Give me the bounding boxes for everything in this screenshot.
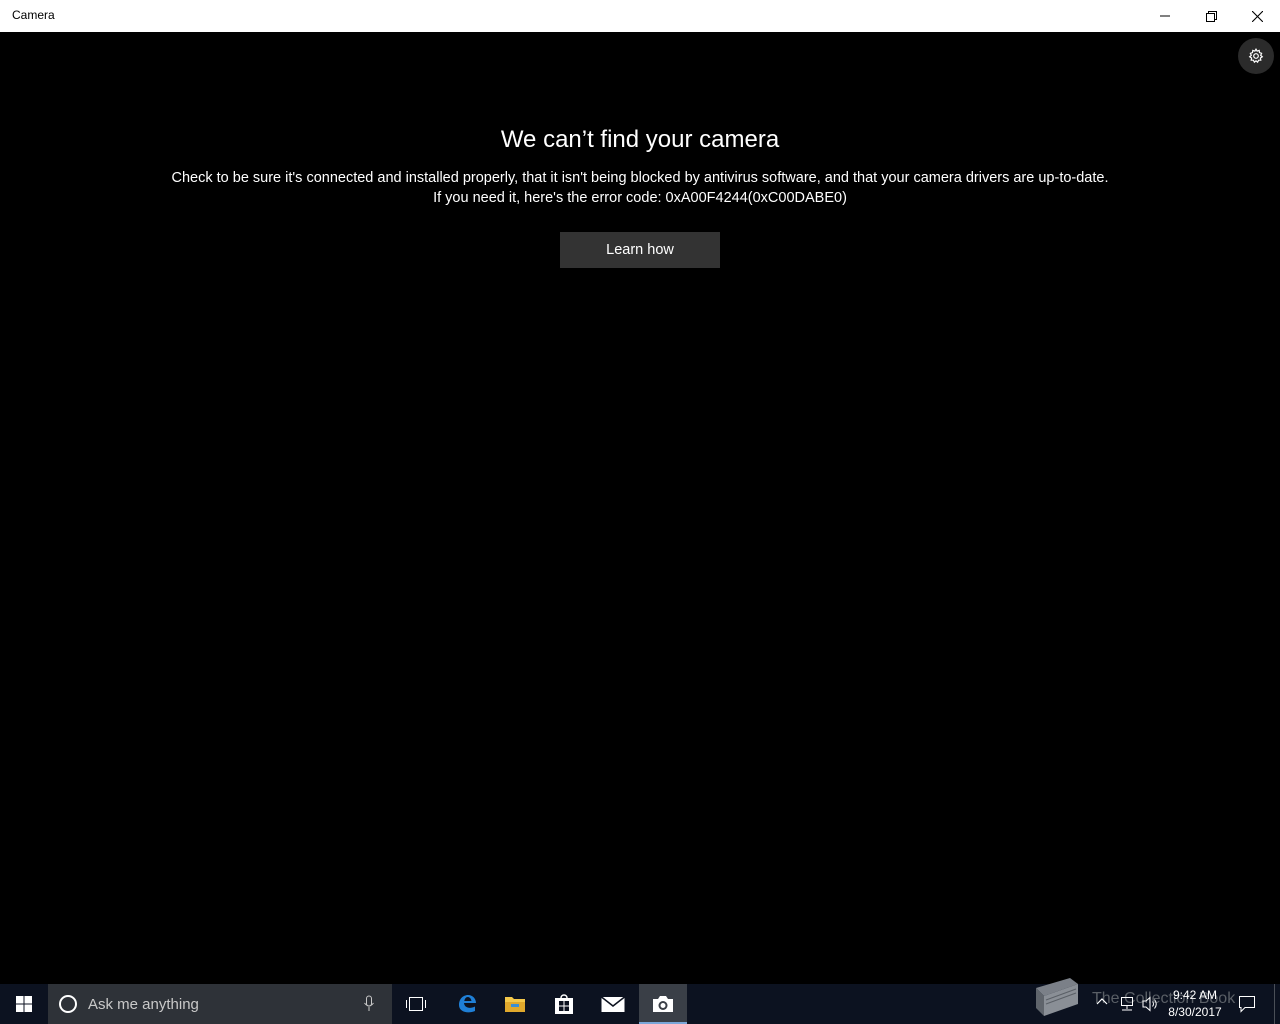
learn-how-button[interactable]: Learn how [560,232,720,268]
edge-taskbar-button[interactable] [443,984,491,1024]
show-desktop-button[interactable] [1274,984,1280,1024]
window-title: Camera [12,8,55,22]
minimize-button[interactable] [1142,0,1188,32]
start-button[interactable] [0,984,48,1024]
camera-app-content: We can’t find your camera Check to be su… [0,32,1280,984]
book-watermark-icon [1036,978,1078,1016]
windows-logo-icon [16,996,32,1012]
store-icon [555,994,573,1014]
file-explorer-icon [505,997,525,1012]
mail-taskbar-button[interactable] [589,984,637,1024]
store-taskbar-button[interactable] [540,984,588,1024]
mail-icon [601,996,625,1012]
minimize-icon [1160,15,1170,17]
task-view-icon [406,997,426,1011]
camera-taskbar-button[interactable] [639,984,687,1024]
close-icon [1251,10,1263,22]
task-view-button[interactable] [392,984,440,1024]
edge-icon [459,995,476,1013]
microphone-icon[interactable] [364,995,374,1013]
settings-button[interactable] [1238,38,1274,74]
taskbar: Ask me anything The Collection Book 9:42… [0,978,1280,1024]
network-icon[interactable] [1118,996,1136,1012]
error-title: We can’t find your camera [500,126,780,153]
cortana-icon [59,995,77,1013]
title-bar: Camera [0,0,1280,32]
action-center-icon[interactable] [1238,995,1256,1013]
restore-button[interactable] [1188,0,1234,32]
file-explorer-taskbar-button[interactable] [491,984,539,1024]
chevron-up-icon[interactable] [1096,996,1108,1006]
volume-icon[interactable] [1142,996,1160,1012]
clock-time[interactable]: 9:42 AM [1168,988,1222,1002]
error-code-text: If you need it, here's the error code: 0… [433,190,847,206]
gear-icon [1248,48,1264,64]
error-description: Check to be sure it's connected and inst… [171,170,1109,186]
close-button[interactable] [1234,0,1280,32]
search-placeholder: Ask me anything [88,996,199,1013]
camera-icon [653,996,673,1012]
clock-date[interactable]: 8/30/2017 [1164,1005,1226,1019]
search-box[interactable]: Ask me anything [48,984,392,1024]
restore-icon [1205,10,1217,22]
